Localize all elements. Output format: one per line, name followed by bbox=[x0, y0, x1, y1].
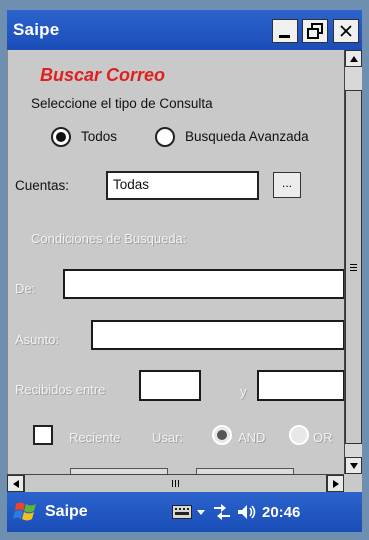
windows-start-icon[interactable] bbox=[12, 499, 40, 525]
received-between-label: Recibidos entre bbox=[15, 382, 106, 397]
scroll-thumb[interactable] bbox=[345, 90, 362, 444]
arrow-down-icon bbox=[349, 462, 358, 469]
conditions-label: Condiciones de Busqueda: bbox=[31, 231, 187, 246]
close-icon bbox=[340, 25, 352, 37]
accounts-field[interactable]: Todas bbox=[106, 171, 259, 200]
restore-icon bbox=[307, 23, 323, 39]
taskbar-clock[interactable]: 20:46 bbox=[262, 504, 300, 521]
search-form: Buscar Correo Seleccione el tipo de Cons… bbox=[7, 50, 345, 477]
accounts-label: Cuentas: bbox=[15, 178, 70, 193]
pocket-pc-screen: Saipe Buscar Correo Seleccione el tipo d… bbox=[7, 10, 362, 532]
radio-busqueda-avanzada[interactable] bbox=[155, 127, 175, 147]
taskbar-app-name: Saipe bbox=[45, 503, 88, 520]
from-label: De: bbox=[15, 281, 36, 296]
scroll-down-button[interactable] bbox=[345, 457, 362, 474]
window-title: Saipe bbox=[13, 20, 60, 39]
grip-icon bbox=[350, 263, 357, 271]
chevron-down-icon[interactable] bbox=[197, 510, 205, 515]
arrow-left-icon bbox=[12, 479, 19, 488]
arrow-right-icon bbox=[332, 479, 339, 488]
network-icon[interactable] bbox=[212, 503, 232, 521]
radio-and-label: AND bbox=[238, 430, 266, 445]
recent-checkbox[interactable] bbox=[33, 425, 53, 445]
radio-selected-dot bbox=[217, 430, 227, 440]
radio-or-label: OR bbox=[313, 430, 333, 445]
taskbar: Saipe 20:46 bbox=[7, 492, 362, 532]
scroll-left-button[interactable] bbox=[7, 475, 24, 492]
horizontal-scrollbar[interactable] bbox=[7, 474, 344, 492]
scroll-up-button[interactable] bbox=[345, 50, 362, 67]
use-label: Usar: bbox=[152, 430, 184, 445]
grip-icon bbox=[172, 480, 179, 487]
from-field[interactable] bbox=[63, 269, 345, 299]
page-title: Buscar Correo bbox=[40, 65, 166, 85]
minimize-icon bbox=[279, 35, 290, 38]
volume-icon[interactable] bbox=[237, 503, 257, 521]
radio-selected-dot bbox=[56, 132, 66, 142]
browse-accounts-button[interactable]: ... bbox=[273, 172, 301, 198]
restore-button[interactable] bbox=[302, 19, 328, 43]
subject-field[interactable] bbox=[91, 320, 345, 350]
title-bar: Saipe bbox=[7, 10, 362, 50]
close-button[interactable] bbox=[333, 19, 359, 43]
received-from-field[interactable] bbox=[139, 370, 201, 401]
vertical-scrollbar[interactable] bbox=[344, 50, 362, 474]
radio-todos[interactable] bbox=[51, 127, 71, 147]
radio-and[interactable] bbox=[212, 425, 232, 445]
radio-or[interactable] bbox=[289, 425, 309, 445]
recent-label: Reciente bbox=[69, 430, 121, 445]
arrow-up-icon bbox=[349, 55, 358, 62]
scroll-right-button[interactable] bbox=[327, 475, 344, 492]
received-to-field[interactable] bbox=[257, 370, 345, 401]
radio-busqueda-avanzada-label: Busqueda Avanzada bbox=[185, 129, 309, 144]
minimize-button[interactable] bbox=[272, 19, 298, 43]
scrollbar-corner bbox=[344, 474, 362, 492]
subject-label: Asunto: bbox=[15, 332, 60, 347]
and-label: y bbox=[240, 384, 247, 399]
horizontal-scroll-thumb[interactable] bbox=[24, 475, 327, 492]
query-type-label: Seleccione el tipo de Consulta bbox=[31, 96, 213, 111]
keyboard-icon[interactable] bbox=[172, 505, 192, 519]
radio-todos-label: Todos bbox=[81, 129, 118, 144]
